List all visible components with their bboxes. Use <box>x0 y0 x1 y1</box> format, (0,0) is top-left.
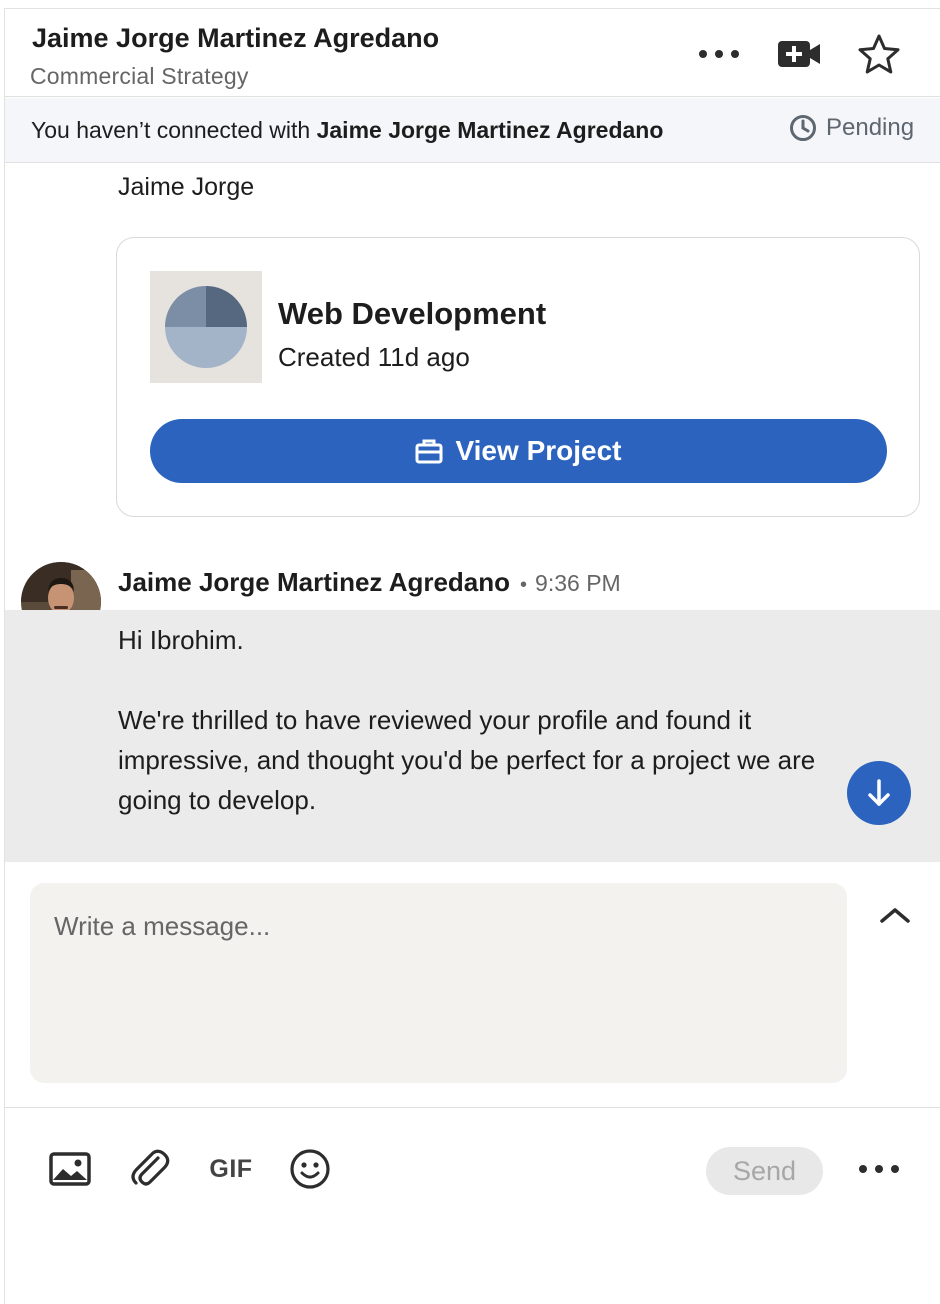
more-options-button[interactable] <box>693 29 745 79</box>
star-icon <box>858 34 900 74</box>
conversation-header: Jaime Jorge Martinez Agredano Commercial… <box>5 9 940 97</box>
compose-options-button[interactable] <box>853 1143 905 1195</box>
star-button[interactable] <box>853 29 905 79</box>
pie-chart-icon <box>165 286 247 368</box>
attach-file-button[interactable] <box>125 1143 175 1195</box>
project-card: Web Development Created 11d ago View Pro… <box>116 237 920 517</box>
project-created: Created 11d ago <box>278 342 470 372</box>
banner-prefix: You haven’t connected with <box>31 117 317 143</box>
chevron-up-icon <box>880 908 910 923</box>
message-paragraph: Hi Ibrohim. <box>118 625 244 655</box>
message-sender[interactable]: Jaime Jorge Martinez Agredano <box>118 567 510 598</box>
attach-image-button[interactable] <box>45 1143 95 1195</box>
message-input[interactable] <box>30 883 847 1083</box>
briefcase-icon <box>415 439 443 464</box>
pending-label: Pending <box>826 114 915 141</box>
message-body: Hi Ibrohim. We're thrilled to have revie… <box>5 610 940 862</box>
video-call-button[interactable] <box>773 29 825 79</box>
pending-status[interactable]: Pending <box>789 114 914 142</box>
send-button[interactable]: Send <box>706 1147 823 1195</box>
paperclip-icon <box>131 1149 170 1186</box>
connection-banner-text: You haven’t connected with Jaime Jorge M… <box>31 117 663 144</box>
contact-headline: Commercial Strategy <box>30 63 249 89</box>
more-horizontal-icon <box>699 50 739 58</box>
message-time: 9:36 PM <box>535 570 621 596</box>
scroll-to-bottom-button[interactable] <box>847 761 911 825</box>
emoji-button[interactable] <box>285 1143 335 1195</box>
banner-contact-name: Jaime Jorge Martinez Agredano <box>316 117 664 143</box>
continued-sender-name: Jaime Jorge <box>118 173 255 201</box>
more-horizontal-icon <box>859 1165 899 1173</box>
header-separator: • <box>520 574 528 596</box>
message-paragraph: We're thrilled to have reviewed your pro… <box>118 705 816 815</box>
arrow-down-icon <box>868 779 890 806</box>
view-project-button[interactable]: View Project <box>150 419 887 483</box>
expand-compose-button[interactable] <box>873 897 917 933</box>
messaging-panel: Jaime Jorge Martinez Agredano Commercial… <box>4 8 940 1304</box>
image-icon <box>49 1152 91 1186</box>
contact-name[interactable]: Jaime Jorge Martinez Agredano <box>32 23 439 54</box>
view-project-label: View Project <box>455 435 622 466</box>
project-title: Web Development <box>278 296 547 331</box>
smiley-icon <box>290 1149 330 1189</box>
video-add-icon <box>778 41 820 67</box>
project-thumbnail <box>150 271 262 383</box>
compose-divider <box>5 1107 940 1108</box>
connection-banner: You haven’t connected with Jaime Jorge M… <box>5 98 940 163</box>
message-header: Jaime Jorge Martinez Agredano • 9:36 PM <box>118 567 621 598</box>
gif-button[interactable]: GIF <box>205 1143 257 1195</box>
message-compose-box <box>30 883 847 1083</box>
clock-icon <box>790 115 816 141</box>
